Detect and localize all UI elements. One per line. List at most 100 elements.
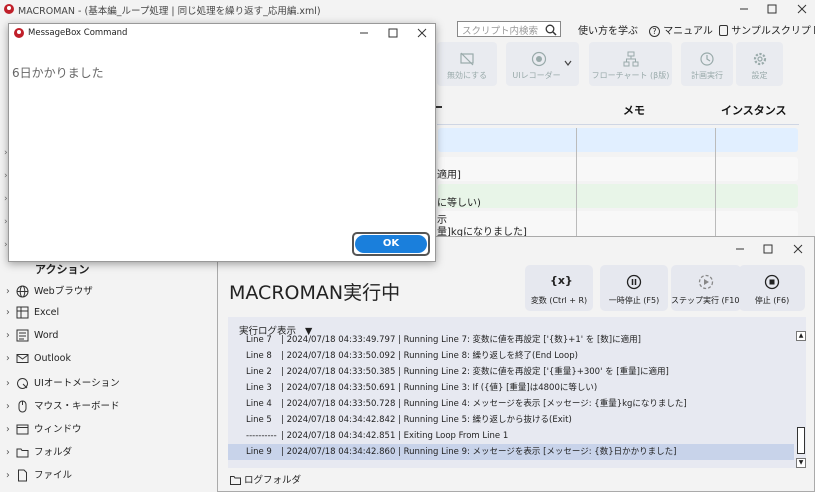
manual-link-label: マニュアル — [663, 26, 713, 37]
chevron-down-icon[interactable] — [564, 59, 572, 67]
row-action-text: に等しい) — [437, 198, 481, 209]
msgbox-maximize-button[interactable] — [386, 26, 400, 40]
ok-button[interactable]: OK — [352, 232, 430, 256]
log-text: | 2024/07/18 04:33:50.691 | Running Line… — [281, 383, 598, 393]
action-label: Excel — [34, 307, 60, 318]
instance-column-header: インスタンス — [721, 104, 787, 117]
log-text: | 2024/07/18 04:33:49.797 | Running Line… — [281, 335, 641, 345]
schedule-icon — [699, 51, 715, 67]
flowchart-button[interactable]: フローチャート (β版) — [589, 42, 672, 86]
stop-icon — [764, 274, 780, 290]
script-search-input[interactable]: スクリプト内検索 — [457, 21, 561, 37]
script-row[interactable] — [438, 157, 798, 181]
log-text: | 2024/07/18 04:33:50.728 | Running Line… — [281, 399, 687, 409]
log-text: | 2024/07/18 04:33:50.385 | Running Line… — [281, 367, 669, 377]
main-minimize-button[interactable] — [737, 2, 751, 16]
sample-script-label: サンプルスクリプト — [731, 26, 815, 37]
script-row[interactable] — [438, 184, 798, 208]
action-label: ファイル — [34, 470, 73, 481]
gear-icon — [752, 51, 768, 67]
log-row[interactable]: Line 4 | 2024/07/18 04:33:50.728 | Runnin… — [228, 396, 794, 412]
search-placeholder: スクリプト内検索 — [462, 26, 539, 37]
main-close-button[interactable] — [795, 2, 809, 16]
disable-label: 無効にする — [446, 71, 488, 80]
scrollbar-thumb[interactable] — [797, 427, 805, 454]
messagebox-titlebar: MessageBox Command — [9, 24, 435, 42]
settings-button[interactable]: 設定 — [736, 42, 783, 86]
column-separator — [715, 128, 716, 236]
action-category-window[interactable]: › ウィンドウ — [6, 421, 82, 436]
header-divider — [437, 124, 799, 125]
variable-icon: {x} — [550, 274, 573, 287]
action-label: マウス・キーボード — [34, 401, 120, 412]
scroll-up-icon[interactable]: ▲ — [796, 331, 806, 341]
log-line-number: Line 9 — [246, 447, 272, 457]
log-folder-link[interactable]: ログフォルダ — [230, 472, 301, 486]
log-row[interactable]: Line 3 | 2024/07/18 04:33:50.691 | Runnin… — [228, 380, 794, 396]
run-minimize-button[interactable] — [733, 242, 747, 256]
log-row[interactable]: ---------- | 2024/07/18 04:34:42.851 | Ex… — [228, 428, 794, 444]
main-maximize-button[interactable] — [765, 2, 779, 16]
help-icon: ? — [649, 26, 660, 37]
column-separator — [576, 128, 577, 236]
action-category-mouse-keyboard[interactable]: › マウス・キーボード — [6, 398, 120, 413]
script-row[interactable] — [438, 128, 798, 152]
ui-recorder-label: UIレコーダー — [512, 71, 561, 80]
action-label: ウィンドウ — [34, 424, 82, 435]
msgbox-minimize-button[interactable] — [357, 26, 371, 40]
pause-label: 一時停止 (F5) — [608, 296, 660, 305]
search-icon — [545, 24, 557, 36]
disable-button[interactable]: 無効にする — [437, 42, 497, 86]
log-row-selected[interactable]: Line 9 | 2024/07/18 04:34:42.860 | Runnin… — [228, 444, 794, 460]
schedule-label: 計画実行 — [691, 71, 723, 80]
recorder-icon — [531, 51, 547, 67]
log-text: | 2024/07/18 04:34:42.860 | Running Line… — [281, 447, 677, 457]
app-logo-icon — [4, 4, 14, 14]
step-execute-button[interactable]: ステップ実行 (F10) — [671, 265, 743, 311]
log-row[interactable]: Line 2 | 2024/07/18 04:33:50.385 | Runnin… — [228, 364, 794, 380]
learn-link[interactable]: 使い方を学ぶ — [578, 22, 638, 37]
step-execute-label: ステップ実行 (F10) — [671, 296, 743, 305]
schedule-button[interactable]: 計画実行 — [681, 42, 733, 86]
log-scrollbar[interactable]: ▲ ▼ — [796, 331, 806, 468]
sample-script-link[interactable]: サンプルスクリプト — [719, 22, 815, 37]
action-label: Word — [34, 330, 59, 341]
variables-label: 変数 (Ctrl + R) — [530, 296, 588, 305]
row-action-text: 適用] — [437, 170, 461, 181]
log-line-number: Line 2 — [246, 367, 272, 377]
messagebox-title: MessageBox Command — [28, 28, 128, 38]
msgbox-close-button[interactable] — [415, 26, 429, 40]
log-line-number: Line 3 — [246, 383, 272, 393]
column-header-fragment — [436, 106, 442, 108]
memo-column-header: メモ — [623, 104, 645, 117]
ui-recorder-button[interactable]: UIレコーダー — [506, 42, 579, 86]
variables-button[interactable]: {x} 変数 (Ctrl + R) — [525, 265, 593, 311]
settings-label: 設定 — [751, 71, 768, 80]
log-line-number: ---------- — [246, 431, 277, 441]
action-category-word[interactable]: › Word — [6, 329, 58, 342]
manual-link[interactable]: ? マニュアル — [649, 22, 713, 37]
run-maximize-button[interactable] — [761, 242, 775, 256]
log-row[interactable]: Line 7 | 2024/07/18 04:33:49.797 | Runnin… — [228, 332, 794, 348]
action-category-folder[interactable]: › フォルダ — [6, 444, 72, 459]
globe-icon — [16, 285, 34, 298]
log-row[interactable]: Line 8 | 2024/07/18 04:33:50.092 | Runnin… — [228, 348, 794, 364]
action-category-excel[interactable]: › Excel — [6, 306, 59, 319]
log-line-number: Line 4 — [246, 399, 272, 409]
log-row[interactable]: Line 5 | 2024/07/18 04:34:42.842 | Runnin… — [228, 412, 794, 428]
log-line-number: Line 5 — [246, 415, 272, 425]
pause-button[interactable]: 一時停止 (F5) — [600, 265, 668, 311]
action-category-outlook[interactable]: › Outlook — [6, 352, 71, 365]
excel-icon — [16, 306, 34, 319]
stop-button[interactable]: 停止 (F6) — [739, 265, 805, 311]
run-close-button[interactable] — [791, 242, 805, 256]
action-category-ui-automation[interactable]: › UIオートメーション — [6, 375, 120, 390]
script-icon — [719, 25, 728, 36]
app-logo-icon — [14, 28, 24, 38]
log-text: | 2024/07/18 04:34:42.851 | Exiting Loop… — [281, 431, 509, 441]
word-icon — [16, 329, 34, 342]
main-window-title: MACROMAN - (基本編_ループ処理 | 同じ処理を繰り返す_応用編.xm… — [18, 6, 321, 17]
scroll-down-icon[interactable]: ▼ — [796, 458, 806, 468]
action-category-file[interactable]: › ファイル — [6, 467, 72, 482]
action-category-web-browser[interactable]: › Webブラウザ — [6, 283, 93, 298]
